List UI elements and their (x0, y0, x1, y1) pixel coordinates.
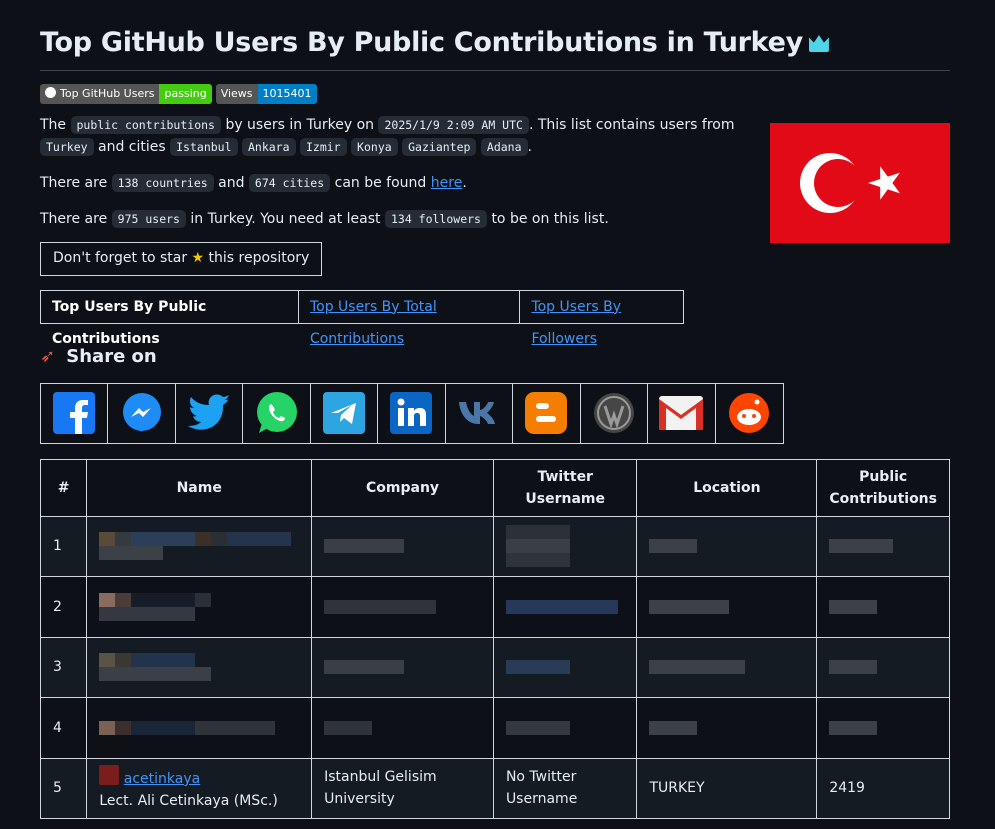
table-row: 1 (39, 515, 950, 578)
col-header-location: Location (636, 458, 818, 517)
pixelated-location-cell (636, 576, 818, 638)
pixelated-name-cell (86, 636, 313, 699)
crown-icon (808, 35, 829, 52)
table-row: 2 (39, 576, 950, 638)
col-header-name: Name (86, 458, 313, 517)
telegram-icon (323, 392, 366, 435)
col-header-rank: # (39, 458, 88, 517)
blurred-content (99, 532, 299, 561)
intro-paragraph-2: There are 138 countries and 674 cities c… (40, 174, 467, 192)
intro-paragraph-3: There are 975 users in Turkey. You need … (40, 210, 609, 228)
rocket-icon: ➶ (40, 345, 56, 367)
star-reminder: Don't forget to star ★ this repository (40, 242, 323, 276)
gmail-icon (659, 396, 704, 431)
share-vk[interactable] (446, 383, 514, 443)
intro-paragraph-1: The public contributions by users in Tur… (40, 116, 735, 156)
here-link[interactable]: here (431, 175, 463, 191)
rank-cell: 3 (39, 636, 88, 699)
github-icon (45, 87, 56, 98)
share-linkedin[interactable] (378, 383, 446, 443)
pixelated-name-cell (86, 515, 313, 578)
col-header-twitter: Twitter Username (492, 458, 638, 517)
pixelated-twitter-cell (492, 636, 638, 699)
share-messenger[interactable] (108, 383, 176, 443)
twitter-cell: No Twitter Username (492, 757, 638, 820)
pixelated-twitter-cell (492, 576, 638, 638)
pixelated-company-cell (311, 576, 494, 638)
contributions-cell: 2419 (816, 757, 950, 820)
linkedin-icon (390, 392, 433, 435)
pixelated-name-cell (86, 697, 313, 759)
twitter-icon (188, 394, 231, 430)
share-reddit[interactable] (716, 384, 783, 443)
turkey-flag (770, 123, 950, 243)
tab-followers[interactable]: Top Users By Followers (520, 291, 683, 347)
table-row: 5 acetinkaya Lect. Ali Cetinkaya (MSc.) … (39, 757, 950, 820)
blogger-icon (525, 392, 568, 435)
messenger-icon (122, 393, 161, 433)
rank-cell: 4 (39, 697, 88, 759)
badges: Top GitHub Users passing Views 1015401 (40, 84, 950, 104)
table-row: 3 (39, 636, 950, 699)
pixelated-twitter-cell (492, 697, 638, 759)
share-twitter[interactable] (176, 383, 244, 443)
reddit-icon (729, 393, 770, 434)
views-badge[interactable]: Views 1015401 (215, 84, 317, 104)
rank-cell: 5 (39, 757, 88, 820)
avatar[interactable] (99, 764, 120, 785)
page: Top GitHub Users By Public Contributions… (0, 0, 995, 820)
share-blogger[interactable] (513, 383, 581, 443)
whatsapp-icon (256, 392, 297, 434)
rank-cell: 2 (39, 576, 88, 638)
intro: The public contributions by users in Tur… (40, 114, 755, 230)
tab-public-contributions[interactable]: Top Users By Public Contributions (41, 290, 299, 347)
pixelated-company-cell (311, 515, 494, 578)
share-wordpress[interactable] (581, 383, 649, 443)
company-cell: Istanbul Gelisim University (311, 757, 494, 820)
name-cell: acetinkaya Lect. Ali Cetinkaya (MSc.) (86, 757, 313, 820)
star-icon: ★ (191, 250, 205, 266)
username-link[interactable]: acetinkaya (124, 771, 200, 787)
full-name: Lect. Ali Cetinkaya (MSc.) (99, 792, 278, 809)
pixelated-contributions-cell (816, 697, 950, 759)
pixelated-contributions-cell (816, 515, 950, 578)
build-badge[interactable]: Top GitHub Users passing (40, 84, 212, 104)
wordpress-icon (593, 393, 634, 434)
ranking-tabs: Top Users By Public Contributions Top Us… (40, 289, 684, 347)
pixelated-contributions-cell (816, 576, 950, 638)
vk-icon (458, 402, 495, 425)
share-facebook[interactable] (41, 383, 109, 443)
pixelated-location-cell (636, 636, 818, 699)
share-telegram[interactable] (311, 383, 379, 443)
pixelated-contributions-cell (816, 636, 950, 699)
users-table: # Name Company Twitter Username Location… (39, 458, 950, 820)
table-row: 4 (39, 697, 950, 759)
pixelated-company-cell (311, 697, 494, 759)
tab-total-contributions[interactable]: Top Users By Total Contributions (299, 290, 521, 347)
col-header-contributions: Public Contributions (816, 458, 950, 517)
location-cell: TURKEY (636, 757, 818, 820)
facebook-icon (53, 392, 96, 435)
col-header-company: Company (311, 458, 494, 517)
pixelated-twitter-cell (492, 515, 638, 578)
share-heading: ➶ Share on (40, 344, 950, 370)
pixelated-name-cell (86, 576, 313, 638)
pixelated-location-cell (636, 515, 818, 578)
share-gmail[interactable] (648, 383, 716, 443)
share-whatsapp[interactable] (243, 383, 311, 443)
pixelated-location-cell (636, 697, 818, 759)
page-title: Top GitHub Users By Public Contributions… (40, 0, 950, 71)
share-bar (40, 382, 784, 444)
pixelated-company-cell (311, 636, 494, 699)
rank-cell: 1 (39, 515, 88, 578)
